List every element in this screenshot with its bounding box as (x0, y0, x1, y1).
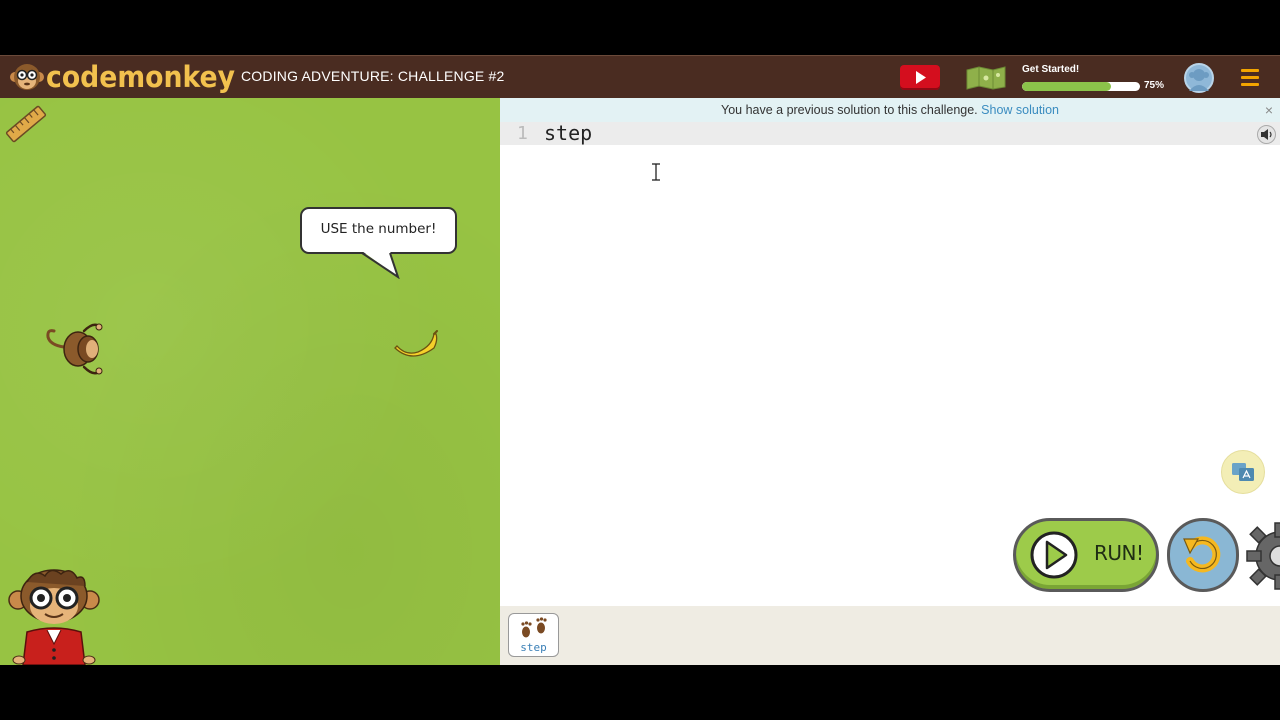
speech-bubble: USE the number! (300, 207, 457, 254)
hamburger-menu-button[interactable] (1241, 69, 1259, 87)
app-window: codemonkey CODING ADVENTURE: CHALLENGE #… (0, 55, 1280, 665)
show-solution-link[interactable]: Show solution (981, 103, 1059, 117)
speaker-icon (1261, 129, 1272, 140)
top-bar: codemonkey CODING ADVENTURE: CHALLENGE #… (0, 55, 1280, 98)
translate-icon (1232, 463, 1254, 481)
run-button[interactable]: RUN! (1013, 518, 1159, 592)
step-command-label: step (520, 641, 547, 654)
hamburger-menu-icon (1241, 69, 1259, 72)
footprints-icon (521, 617, 547, 638)
course-progress: Get Started! 75% (1022, 64, 1172, 92)
line-number: 1 (517, 123, 528, 144)
progress-bar-fill (1022, 82, 1111, 91)
play-video-icon (916, 71, 926, 84)
avatar-icon (1189, 69, 1209, 91)
text-cursor-icon (651, 163, 661, 186)
code-editor: You have a previous solution to this cha… (500, 98, 1280, 606)
logo-wordmark: codemonkey (46, 60, 235, 94)
reset-icon (1183, 536, 1221, 573)
run-button-label: RUN! (1094, 541, 1144, 565)
code-text[interactable]: step (544, 122, 592, 145)
hamburger-menu-icon (1241, 76, 1259, 79)
settings-button[interactable] (1245, 521, 1280, 591)
previous-solution-notice: You have a previous solution to this cha… (500, 98, 1280, 122)
speech-bubble-tail (361, 251, 400, 279)
step-command-button[interactable]: step (508, 613, 559, 657)
map-icon (966, 66, 1006, 90)
progress-percent: 75% (1144, 80, 1165, 91)
hamburger-menu-icon (1241, 83, 1259, 86)
notice-text: You have a previous solution to this cha… (721, 103, 978, 117)
game-stage: USE the number! (0, 98, 500, 665)
video-button[interactable] (900, 65, 940, 90)
screen-frame: codemonkey CODING ADVENTURE: CHALLENGE #… (0, 0, 1280, 720)
user-avatar-button[interactable] (1184, 63, 1214, 93)
translate-button[interactable] (1221, 450, 1265, 494)
command-palette: step (500, 606, 1280, 665)
ruler-icon[interactable] (4, 105, 48, 143)
banana-target (394, 330, 438, 357)
reset-button[interactable] (1167, 518, 1239, 592)
progress-bar (1022, 82, 1140, 91)
challenge-title: CODING ADVENTURE: CHALLENGE #2 (241, 68, 505, 84)
sound-button[interactable] (1257, 125, 1276, 144)
gear-icon (1246, 522, 1280, 590)
codemonkey-logo[interactable]: codemonkey (10, 60, 251, 94)
close-notice-icon[interactable]: × (1265, 98, 1273, 122)
map-button[interactable] (966, 66, 1006, 90)
progress-label: Get Started! (1022, 64, 1080, 75)
monkey-logo-icon (10, 64, 44, 90)
monkey-character (46, 323, 103, 375)
code-line[interactable]: 1 step (500, 122, 1280, 145)
mascot-character (8, 569, 100, 665)
play-icon (1030, 531, 1078, 579)
